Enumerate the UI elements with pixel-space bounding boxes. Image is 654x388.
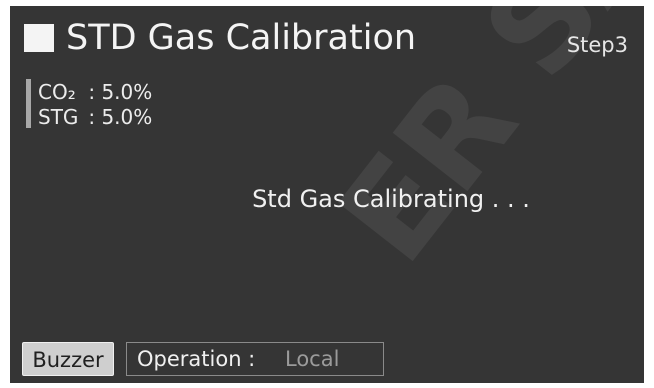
gas-row-stg: STG : 5.0% bbox=[38, 105, 152, 129]
operation-value: Local bbox=[285, 347, 340, 371]
title-square-icon bbox=[24, 24, 54, 52]
operation-mode-field[interactable]: Operation : Local bbox=[126, 342, 384, 376]
gas-name: CO₂ bbox=[38, 80, 76, 104]
gas-row-co2: CO₂ : 5.0% bbox=[38, 80, 152, 104]
gas-value: : 5.0% bbox=[88, 80, 153, 104]
operation-label: Operation : bbox=[137, 347, 256, 371]
gas-value: : 5.0% bbox=[88, 105, 153, 129]
page-title: STD Gas Calibration bbox=[66, 18, 417, 58]
gas-list-marker bbox=[26, 79, 31, 128]
buzzer-button[interactable]: Buzzer bbox=[22, 342, 114, 376]
gas-name: STG bbox=[38, 105, 79, 129]
calibration-screen: STD Gas Calibration Step3 CO₂ : 5.0% STG… bbox=[10, 6, 644, 383]
